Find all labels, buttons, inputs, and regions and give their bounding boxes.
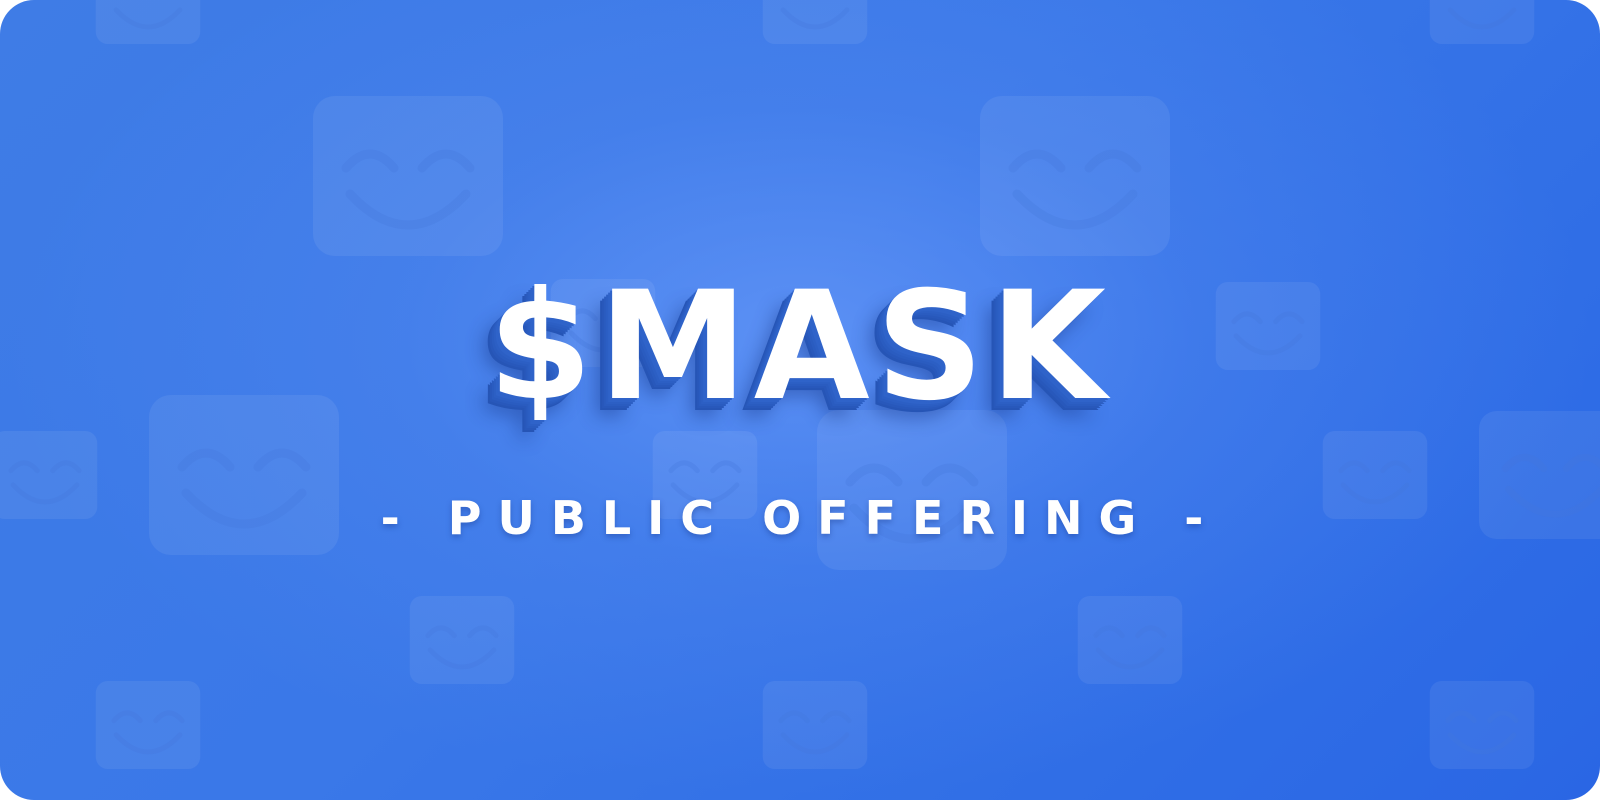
- mask-icon: [96, 681, 201, 769]
- mask-icon: [763, 0, 868, 44]
- mask-icon: [96, 0, 201, 44]
- mask-icon: [1430, 0, 1535, 44]
- mask-icon: [1430, 681, 1535, 769]
- mask-icon: [763, 681, 868, 769]
- mask-icon: [980, 96, 1170, 256]
- token-title: $MASK: [488, 260, 1112, 434]
- mask-icon: [410, 596, 515, 684]
- banner: $MASK - PUBLIC OFFERING -: [0, 0, 1600, 800]
- mask-icon: [1078, 596, 1183, 684]
- mask-icon: [313, 96, 503, 256]
- public-offering-subtitle: - PUBLIC OFFERING -: [380, 491, 1220, 545]
